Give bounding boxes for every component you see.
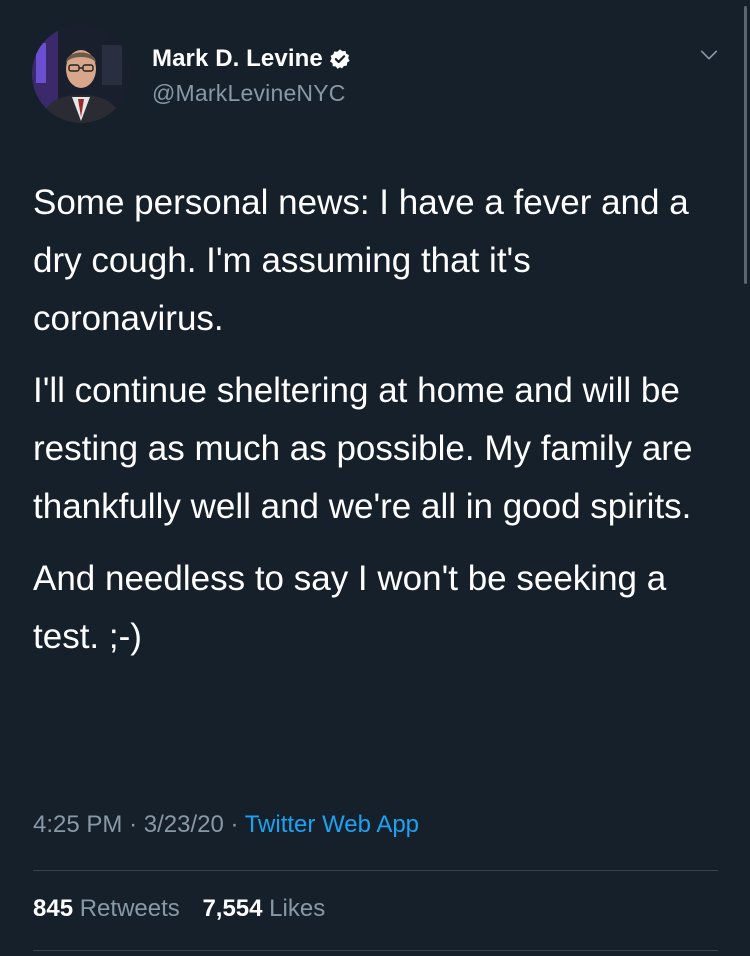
retweets-count: 845 <box>33 895 74 922</box>
scrollbar[interactable] <box>744 6 747 284</box>
tweet-detail: Mark D. Levine @MarkLevineNYC Some perso… <box>0 0 750 956</box>
likes-label: Likes <box>269 895 326 922</box>
profile-photo-icon <box>32 25 130 123</box>
tweet-meta: 4:25 PM · 3/23/20 · Twitter Web App <box>33 811 419 839</box>
tweet-date[interactable]: 3/23/20 <box>144 811 224 838</box>
tweet-text: Some personal news: I have a fever and a… <box>33 174 723 680</box>
tweet-paragraph: Some personal news: I have a fever and a… <box>33 183 689 338</box>
tweet-paragraph: And needless to say I won't be seeking a… <box>33 559 667 656</box>
user-name-row[interactable]: Mark D. Levine <box>152 44 351 74</box>
display-name[interactable]: Mark D. Levine <box>152 45 323 73</box>
tweet-source-link[interactable]: Twitter Web App <box>245 811 419 838</box>
tweet-paragraph: I'll continue sheltering at home and wil… <box>33 371 693 526</box>
divider <box>33 950 718 951</box>
chevron-down-icon[interactable] <box>698 44 720 66</box>
likes-count: 7,554 <box>202 895 263 922</box>
meta-separator: · <box>129 811 138 838</box>
divider <box>33 870 718 871</box>
tweet-stats: 845 Retweets 7,554 Likes <box>33 895 341 923</box>
retweets-label: Retweets <box>79 895 180 922</box>
tweet-time[interactable]: 4:25 PM <box>33 811 122 838</box>
retweets-stat[interactable]: 845 Retweets <box>33 895 186 922</box>
likes-stat[interactable]: 7,554 Likes <box>202 895 325 922</box>
verified-badge-icon <box>329 48 351 70</box>
user-handle[interactable]: @MarkLevineNYC <box>152 80 346 107</box>
avatar[interactable] <box>32 25 130 123</box>
meta-separator: · <box>230 811 239 838</box>
